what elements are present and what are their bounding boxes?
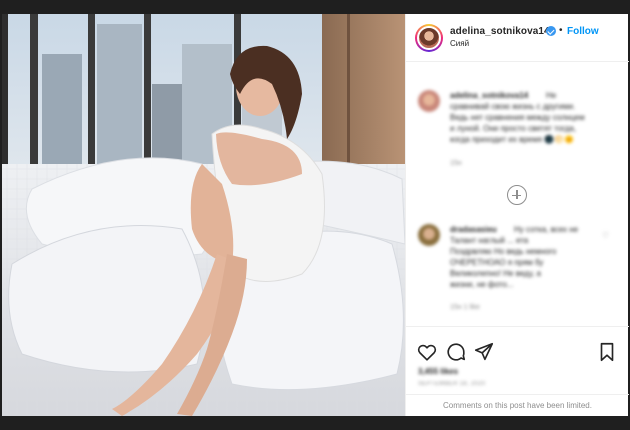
comment-line: Талант наглый ... ета <box>450 236 529 245</box>
comment-line: Не <box>546 91 557 100</box>
comment-username[interactable]: dradasasieu <box>450 224 497 235</box>
comment-line: ОЧЕРЕТНОАО я прям бу <box>450 258 544 267</box>
comment-line: Поздрвляю Но ведь немного <box>450 247 557 256</box>
bookmark-icon[interactable] <box>596 341 618 363</box>
post-photo[interactable] <box>2 14 405 416</box>
comment-line: Ну сотка, всех не <box>514 225 579 234</box>
comment-line: Великолепно! Не веду, а <box>450 269 541 278</box>
comment-bubble-icon[interactable] <box>445 341 467 363</box>
comments-list[interactable]: adelina_sotnikova14 Не сравнивай свою жи… <box>406 62 629 324</box>
post-header: adelina_sotnikova14 • Follow Сияй <box>406 14 629 62</box>
post-dialog: adelina_sotnikova14 • Follow Сияй adelin… <box>2 14 629 416</box>
verified-badge-icon <box>546 26 556 36</box>
comment-line: сравнивай свою жизнь с другими. <box>450 102 576 111</box>
comments-limited-notice: Comments on this post have been limited. <box>406 394 629 416</box>
author-username[interactable]: adelina_sotnikova14 <box>450 26 550 37</box>
comment-line: Ведь нет сравнения между солнцем <box>450 113 585 122</box>
comment-line: и луной. Они просто светят тогда, <box>450 124 577 133</box>
photo-illustration <box>2 14 405 416</box>
post-date[interactable]: SEPTEMBER 18, 2020 <box>418 381 485 387</box>
comment-meta: 15н <box>450 160 462 167</box>
action-bar: 3,455 likes SEPTEMBER 18, 2020 <box>406 326 629 394</box>
separator-dot: • <box>559 25 563 36</box>
comment-meta: 15н 1 like <box>450 304 480 311</box>
paper-plane-icon[interactable] <box>473 341 495 363</box>
comment-username[interactable]: adelina_sotnikova14 <box>450 90 528 101</box>
likes-count[interactable]: 3,455 likes <box>418 367 458 376</box>
plus-circle-icon[interactable] <box>507 185 527 205</box>
story-ring[interactable] <box>415 24 443 52</box>
heart-icon[interactable] <box>416 341 438 363</box>
location-link[interactable]: Сияй <box>450 39 469 48</box>
avatar[interactable] <box>417 26 441 50</box>
post-side-panel: adelina_sotnikova14 • Follow Сияй adelin… <box>405 14 629 416</box>
comment-like-heart-icon[interactable]: ♡ <box>602 231 609 240</box>
follow-button[interactable]: Follow <box>567 26 599 37</box>
comment-line: жизни, не фото... <box>450 280 514 289</box>
avatar[interactable] <box>418 90 440 112</box>
avatar[interactable] <box>418 224 440 246</box>
comment-line: когда приходит их время 🌑🌕🌞 <box>450 135 575 144</box>
